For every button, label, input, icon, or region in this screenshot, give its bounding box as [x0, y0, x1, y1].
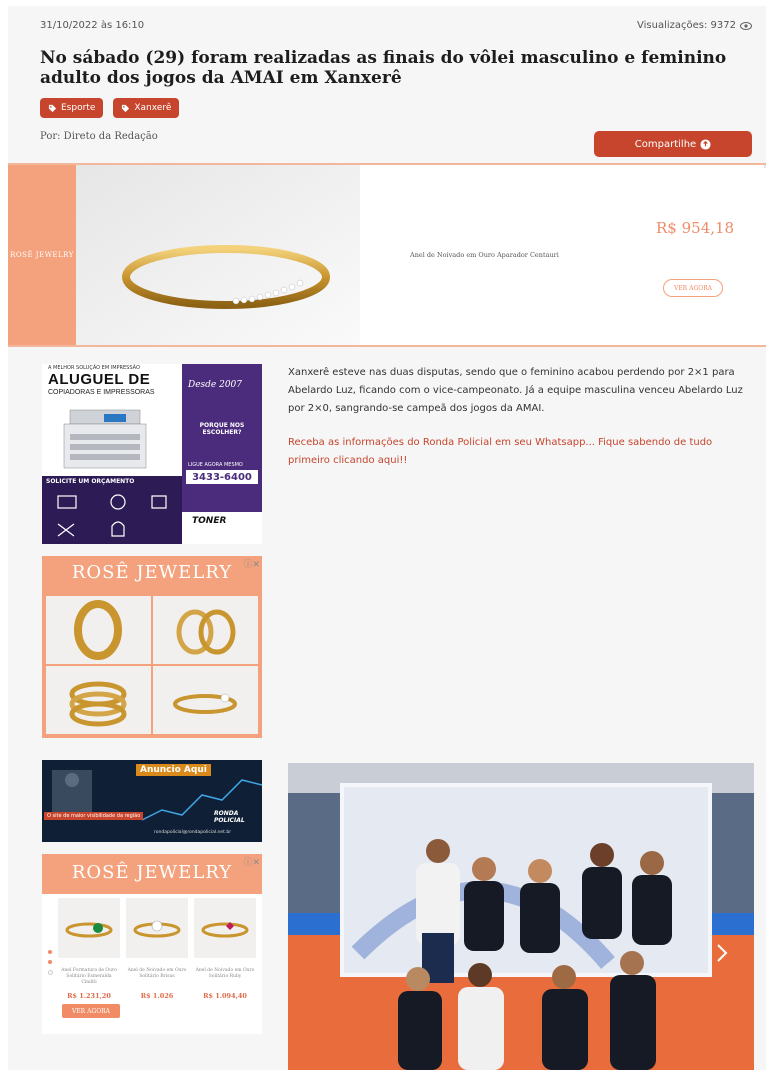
share-icon	[700, 138, 711, 150]
ring-icon	[173, 693, 237, 714]
carousel-dot[interactable]	[48, 960, 52, 964]
team-photo[interactable]	[288, 763, 754, 1070]
share-label: Compartilhe	[634, 138, 697, 150]
advertise-brand: RONDA POLICIAL	[214, 810, 245, 824]
banner-brand: ROSÊ JEWELRY	[8, 165, 76, 345]
whatsapp-link[interactable]: Receba as informações do Ronda Policial …	[288, 434, 756, 470]
advertise-here-ad[interactable]: Anuncio Aqui O site de maior visibilidad…	[42, 760, 262, 842]
ring-thumb[interactable]	[46, 596, 151, 664]
product-name: Anel Formatura de Ouro Solitário Esmeral…	[61, 968, 117, 985]
print-ad-solicite: SOLICITE UM ORÇAMENTO	[46, 478, 135, 485]
print-ad-question: PORQUE NOS ESCOLHER?	[199, 422, 245, 436]
ring-thumb[interactable]	[46, 666, 151, 734]
banner-cta-button[interactable]: VER AGORA	[663, 279, 723, 297]
product-price: R$ 1.026	[140, 992, 174, 1000]
product-card[interactable]: Anel de Noivado em Ouro Solitário Brisus…	[126, 898, 188, 1028]
ring-icon	[133, 920, 181, 938]
product-card[interactable]: Anel de Noivado em Ouro Solitário Ruby R…	[194, 898, 256, 1028]
close-icon[interactable]: ⓘ✕	[243, 557, 260, 570]
rose-ad-brand: ROSÊ JEWELRY	[71, 862, 233, 883]
ring-icon	[74, 600, 122, 660]
print-ad-title: ALUGUEL DE	[48, 371, 151, 388]
article-author: Por: Direto da Redação	[40, 131, 158, 142]
jewelry-banner-ad[interactable]: ROSÊ JEWELRY Anel de Noivado em Ouro Apa…	[8, 163, 766, 347]
print-ad-since: Desde 2007	[188, 380, 243, 390]
share-button[interactable]: Compartilhe	[594, 131, 752, 157]
jewelry-grid-ad[interactable]: ROSÊ JEWELRY ⓘ✕	[42, 556, 262, 738]
advertise-label: Anuncio Aqui	[136, 764, 211, 776]
ring-icon	[69, 681, 127, 727]
print-ad-brand-name: TONER	[192, 516, 227, 526]
print-ad-footer: SOLICITE UM ORÇAMENTO	[42, 476, 182, 544]
printer-rental-ad[interactable]: A MELHOR SOLUÇÃO EM IMPRESSÃO ALUGUEL DE…	[42, 364, 262, 544]
printer-icon	[63, 409, 147, 469]
print-ad-phone: 3433-6400	[186, 470, 258, 484]
product-price: R$ 1.094,40	[203, 992, 247, 1000]
service-icons	[57, 494, 167, 537]
print-ad-brand: TONER	[182, 512, 262, 544]
view-count: Visualizações: 9372	[637, 20, 752, 31]
ring-thumb[interactable]	[153, 666, 258, 734]
article-title: No sábado (29) foram realizadas as finai…	[40, 48, 727, 88]
product-thumb	[126, 898, 188, 958]
tag-label: Esporte	[61, 103, 96, 113]
banner-product-name: Anel de Noivado em Ouro Aparador Centaur…	[410, 251, 559, 259]
product-thumb	[58, 898, 120, 958]
rose-ad-header: ROSÊ JEWELRY	[42, 854, 262, 894]
product-price: R$ 1.231,20	[67, 992, 111, 1000]
print-ad-since-box: Desde 2007	[182, 364, 262, 414]
ring-photo	[76, 165, 360, 345]
ring-icon	[201, 922, 249, 938]
view-count-label: Visualizações: 9372	[637, 20, 736, 31]
publish-date: 31/10/2022 às 16:10	[40, 20, 145, 31]
advertise-email: rondapolicial@rondapolicial.net.br	[154, 830, 232, 835]
print-ad-side-panel: PORQUE NOS ESCOLHER? LIGUE AGORA MESMO 3…	[182, 414, 262, 512]
tag-icon	[122, 104, 130, 112]
tag-xanxere[interactable]: Xanxerê	[113, 98, 180, 118]
carousel-dot[interactable]	[48, 970, 53, 975]
eye-icon	[740, 21, 752, 30]
advertise-site-text: O site de maior visibilidade da região	[44, 812, 144, 820]
tag-label: Xanxerê	[134, 103, 172, 113]
print-ad-call: LIGUE AGORA MESMO	[188, 462, 243, 468]
product-name: Anel de Noivado em Ouro Solitário Ruby	[195, 968, 255, 979]
rose-ad-brand: ROSÊ JEWELRY	[71, 562, 233, 583]
ring-grid	[46, 596, 258, 734]
print-ad-title2: COPIADORAS E IMPRESSORAS	[48, 389, 155, 396]
ring-icon	[65, 922, 113, 938]
article-meta: 31/10/2022 às 16:10 Visualizações: 9372	[40, 20, 752, 38]
carousel-cta-button[interactable]: VER AGORA	[62, 1004, 120, 1018]
tag-esporte[interactable]: Esporte	[40, 98, 104, 118]
tag-list: Esporte Xanxerê	[40, 98, 180, 118]
banner-price: R$ 954,18	[656, 219, 735, 237]
ring-icon	[176, 609, 236, 655]
product-name: Anel de Noivado em Ouro Solitário Brisus	[127, 968, 187, 979]
carousel-dots	[48, 950, 53, 981]
carousel-dot[interactable]	[48, 950, 52, 954]
close-icon[interactable]: ⓘ✕	[243, 855, 260, 868]
product-thumb	[194, 898, 256, 958]
tag-icon	[48, 104, 57, 112]
article-page: 31/10/2022 às 16:10 Visualizações: 9372 …	[8, 6, 766, 1070]
jewelry-carousel-ad[interactable]: ROSÊ JEWELRY ⓘ✕ Anel Formatura de Ouro S…	[42, 854, 262, 1034]
article-paragraph: Xanxerê esteve nas duas disputas, sendo …	[288, 367, 743, 414]
ring-thumb[interactable]	[153, 596, 258, 664]
